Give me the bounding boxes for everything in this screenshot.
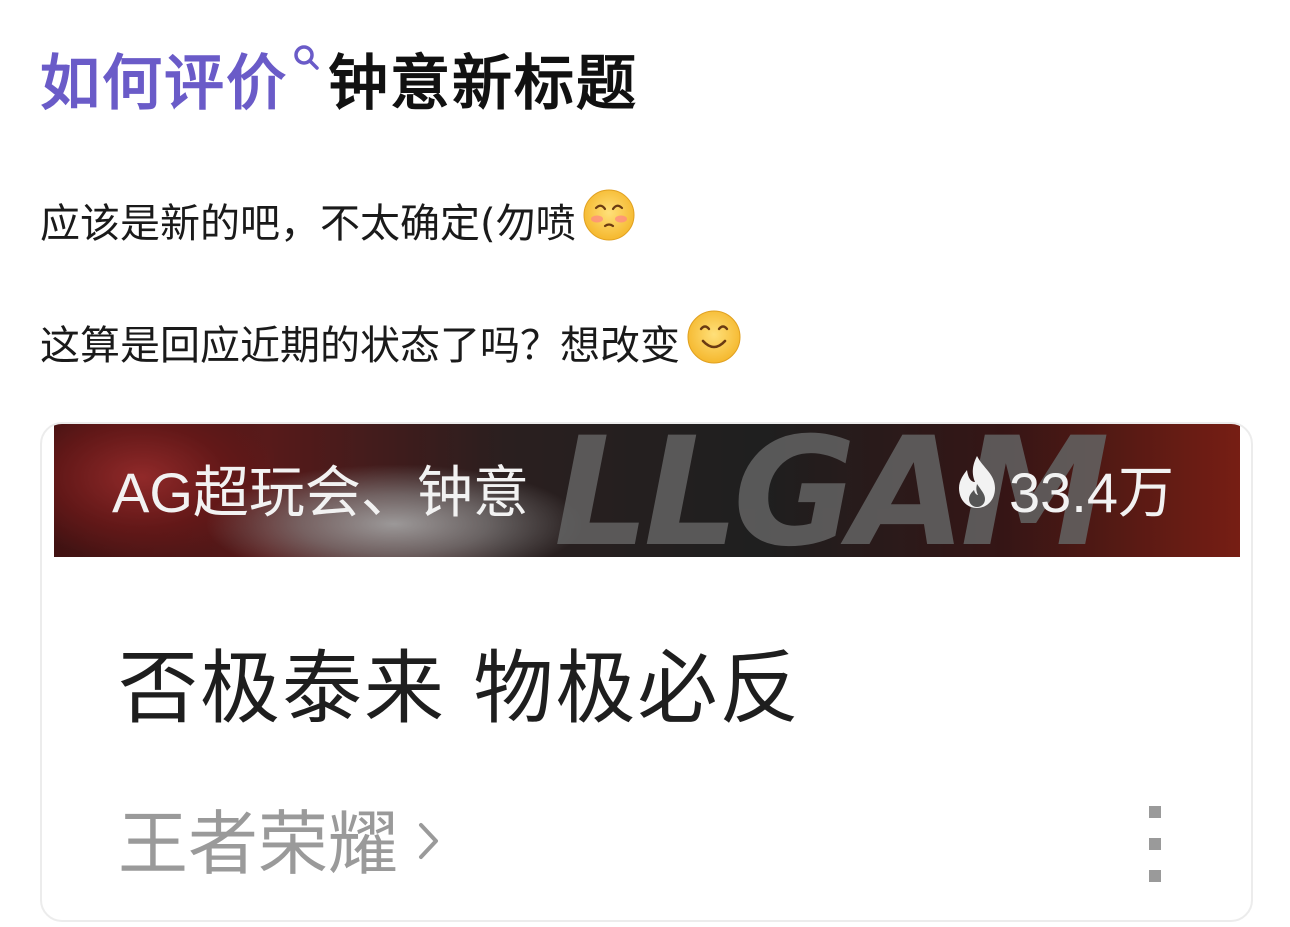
- flame-icon: [953, 454, 1009, 523]
- card-category[interactable]: 王者荣耀: [118, 788, 442, 889]
- chevron-right-icon: [416, 798, 442, 880]
- blushing-face-emoji: [582, 188, 636, 252]
- card-category-label: 王者荣耀: [118, 803, 398, 885]
- hot-count-value: 33.4万: [1009, 461, 1174, 524]
- card-post-title: 否极泰来 物极必反: [118, 642, 802, 735]
- post-heading: 钟意新标题: [328, 48, 638, 119]
- page: 如何评价 钟意新标题 应该是新的吧，不太确定(勿喷 这算是回应近期的状态了吗？想…: [0, 0, 1290, 927]
- banner-title: AG超玩会、钟意: [112, 461, 529, 524]
- more-dot-3: [1149, 870, 1161, 882]
- search-icon[interactable]: [290, 43, 324, 113]
- body-line-1: 应该是新的吧，不太确定(勿喷: [40, 188, 636, 252]
- more-dot-1: [1149, 806, 1161, 818]
- more-vertical-icon[interactable]: [1147, 806, 1163, 882]
- body-line-2: 这算是回应近期的状态了吗？想改变: [40, 310, 742, 374]
- card-banner: LLGAM AG超玩会、钟意 33.4万: [54, 424, 1240, 557]
- smiling-face-emoji: [686, 309, 742, 375]
- shared-post-card[interactable]: LLGAM AG超玩会、钟意 33.4万 否极泰来 物极必反 王者荣耀: [40, 422, 1253, 922]
- body-line-1-text: 应该是新的吧，不太确定(勿喷: [40, 201, 576, 247]
- hot-count: 33.4万: [953, 448, 1174, 529]
- post-title-row: 如何评价 钟意新标题: [40, 38, 638, 119]
- topic-search-link[interactable]: 如何评价: [40, 35, 288, 122]
- body-line-2-text: 这算是回应近期的状态了吗？想改变: [40, 323, 680, 369]
- more-dot-2: [1149, 838, 1161, 850]
